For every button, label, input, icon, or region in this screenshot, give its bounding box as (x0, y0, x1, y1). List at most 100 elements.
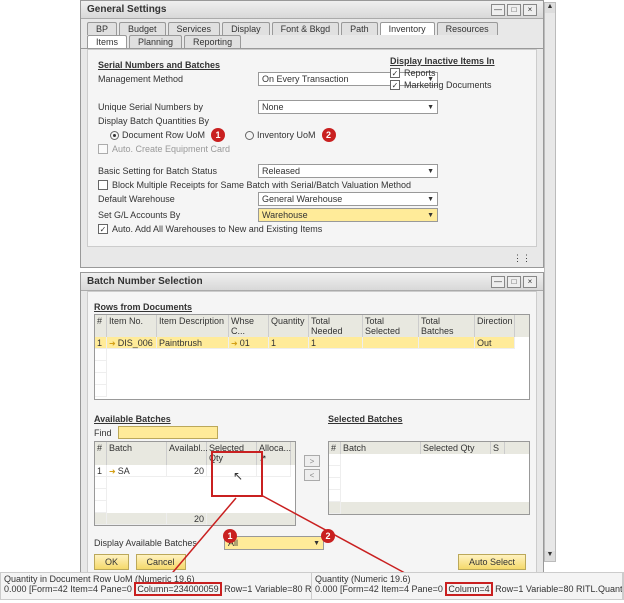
col-header[interactable]: Whse C... (229, 315, 269, 337)
cancel-button[interactable]: Cancel (136, 554, 186, 570)
callout-1: 1 (211, 128, 225, 142)
subtab-planning[interactable]: Planning (129, 35, 182, 48)
batch-selection-window: Batch Number Selection — □ × Rows from D… (80, 272, 544, 586)
tab-path[interactable]: Path (341, 22, 378, 35)
cell[interactable]: ➜01 (229, 337, 269, 349)
chk-auto-add[interactable]: ✓ (98, 224, 108, 234)
sel-grid[interactable]: #BatchSelected QtyS (328, 441, 530, 515)
chk-reports[interactable]: ✓ (390, 68, 400, 78)
col-header[interactable]: # (95, 315, 107, 337)
col-header[interactable]: Batch (107, 442, 167, 465)
tabs-sub: ItemsPlanningReporting (81, 35, 543, 49)
callout-1b: 1 (223, 529, 237, 543)
col-header[interactable]: Item No. (107, 315, 157, 337)
window-title: General Settings (87, 4, 489, 15)
tabs-top: BPBudgetServicesDisplayFont & BkgdPathIn… (81, 19, 543, 35)
avail-grid[interactable]: #BatchAvailabl...Selected QtyAlloca... ↗… (94, 441, 296, 526)
maximize-icon[interactable]: □ (507, 276, 521, 288)
gl-label: Set G/L Accounts By (98, 210, 258, 220)
mgmt-method-label: Management Method (98, 74, 258, 84)
resize-grip-icon[interactable]: ⋮⋮ (513, 253, 533, 263)
cell[interactable] (363, 337, 419, 349)
col-header[interactable]: Batch (341, 442, 421, 454)
chk-marketing[interactable]: ✓ (390, 80, 400, 90)
callout-2b: 2 (321, 529, 335, 543)
find-label: Find (94, 428, 112, 438)
status-left-detail: 0.000 [Form=42 Item=4 Pane=0 Column=2340… (4, 584, 308, 594)
move-left-button[interactable]: < (304, 469, 320, 481)
col-header[interactable]: Total Batches (419, 315, 475, 337)
col-header[interactable]: # (329, 442, 341, 454)
col-header[interactable]: Quantity (269, 315, 309, 337)
unique-serial-label: Unique Serial Numbers by (98, 102, 258, 112)
radio-doc-uom[interactable] (110, 131, 119, 140)
titlebar-2: Batch Number Selection — □ × (81, 273, 543, 291)
subtab-reporting[interactable]: Reporting (184, 35, 241, 48)
unique-serial-select[interactable]: None▼ (258, 100, 438, 114)
def-wh-label: Default Warehouse (98, 194, 258, 204)
chk-block[interactable] (98, 180, 108, 190)
window-title-2: Batch Number Selection (87, 276, 489, 287)
general-settings-window: General Settings — □ × BPBudgetServicesD… (80, 0, 544, 268)
col-header[interactable]: Direction (475, 315, 515, 337)
cell[interactable]: 1 (269, 337, 309, 349)
ok-button[interactable]: OK (94, 554, 129, 570)
cell[interactable]: 1 (309, 337, 363, 349)
cell[interactable]: 1 (95, 465, 107, 477)
def-wh-select[interactable]: General Warehouse▼ (258, 192, 438, 206)
basic-status-label: Basic Setting for Batch Status (98, 166, 258, 176)
cell[interactable]: ➜DIS_006 (107, 337, 157, 349)
tab-budget[interactable]: Budget (119, 22, 166, 35)
tab-services[interactable]: Services (168, 22, 221, 35)
callout-2: 2 (322, 128, 336, 142)
col-header[interactable]: Item Description (157, 315, 229, 337)
cell[interactable] (419, 337, 475, 349)
restore-icon[interactable]: □ (507, 4, 521, 16)
status-bar: Quantity in Document Row UoM (Numeric 19… (0, 572, 624, 600)
tab-inventory[interactable]: Inventory (380, 22, 435, 35)
find-input[interactable] (118, 426, 218, 439)
col-header[interactable]: Total Needed (309, 315, 363, 337)
radio-inv-uom-label: Inventory UoM (257, 130, 316, 140)
close-icon[interactable]: × (523, 276, 537, 288)
status-right-detail: 0.000 [Form=42 Item=4 Pane=0 Column=4 Ro… (315, 584, 619, 594)
disp-avail-label: Display Available Batches (94, 538, 224, 548)
page-scrollbar[interactable]: ▲▼ (544, 2, 556, 562)
dbq-label: Display Batch Quantities By (98, 116, 258, 126)
tab-font-bkgd[interactable]: Font & Bkgd (272, 22, 340, 35)
tab-bp[interactable]: BP (87, 22, 117, 35)
basic-status-select[interactable]: Released▼ (258, 164, 438, 178)
minimize-icon[interactable]: — (491, 276, 505, 288)
disp-avail-select[interactable]: All▼ (224, 536, 324, 550)
auto-select-button[interactable]: Auto Select (458, 554, 526, 570)
cell[interactable]: 1 (95, 337, 107, 349)
chk-auto-equip[interactable] (98, 144, 108, 154)
gl-select[interactable]: Warehouse▼ (258, 208, 438, 222)
tab-display[interactable]: Display (222, 22, 270, 35)
chk-marketing-label: Marketing Documents (404, 80, 492, 90)
col-header[interactable]: # (95, 442, 107, 465)
rows-grid[interactable]: #Item No.Item DescriptionWhse C...Quanti… (94, 314, 530, 400)
radio-doc-uom-label: Document Row UoM (122, 130, 205, 140)
highlight-col-right: Column=4 (445, 582, 492, 596)
rows-from-docs-head: Rows from Documents (94, 302, 530, 312)
avail-head: Available Batches (94, 414, 296, 424)
tab-resources[interactable]: Resources (437, 22, 498, 35)
col-header[interactable]: S (491, 442, 505, 454)
sel-head: Selected Batches (328, 414, 530, 424)
chk-auto-add-label: Auto. Add All Warehouses to New and Exis… (112, 224, 322, 234)
cell[interactable]: ➜SA (107, 465, 167, 477)
cell[interactable]: Out (475, 337, 515, 349)
cell[interactable]: 20 (167, 465, 207, 477)
inactive-col: Display Inactive Items In ✓Reports ✓Mark… (390, 52, 530, 92)
chk-block-label: Block Multiple Receipts for Same Batch w… (112, 180, 411, 190)
subtab-items[interactable]: Items (87, 35, 127, 48)
col-header[interactable]: Selected Qty (421, 442, 491, 454)
col-header[interactable]: Total Selected (363, 315, 419, 337)
close-icon[interactable]: × (523, 4, 537, 16)
minimize-icon[interactable]: — (491, 4, 505, 16)
radio-inv-uom[interactable] (245, 131, 254, 140)
cell[interactable]: Paintbrush (157, 337, 229, 349)
col-header[interactable]: Availabl... (167, 442, 207, 465)
move-right-button[interactable]: > (304, 455, 320, 467)
